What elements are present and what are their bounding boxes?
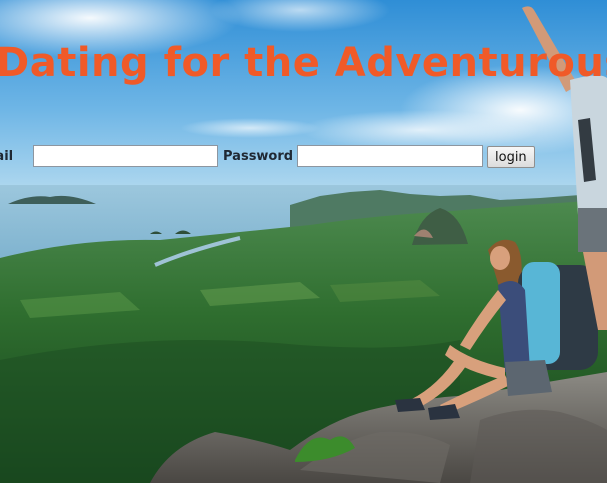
password-label: Password (223, 149, 294, 164)
page-title: Dating for the Adventurous (0, 40, 607, 86)
password-field[interactable] (297, 145, 483, 167)
email-field[interactable] (33, 145, 218, 167)
login-button[interactable]: login (487, 146, 535, 168)
email-label: Email (0, 149, 14, 164)
